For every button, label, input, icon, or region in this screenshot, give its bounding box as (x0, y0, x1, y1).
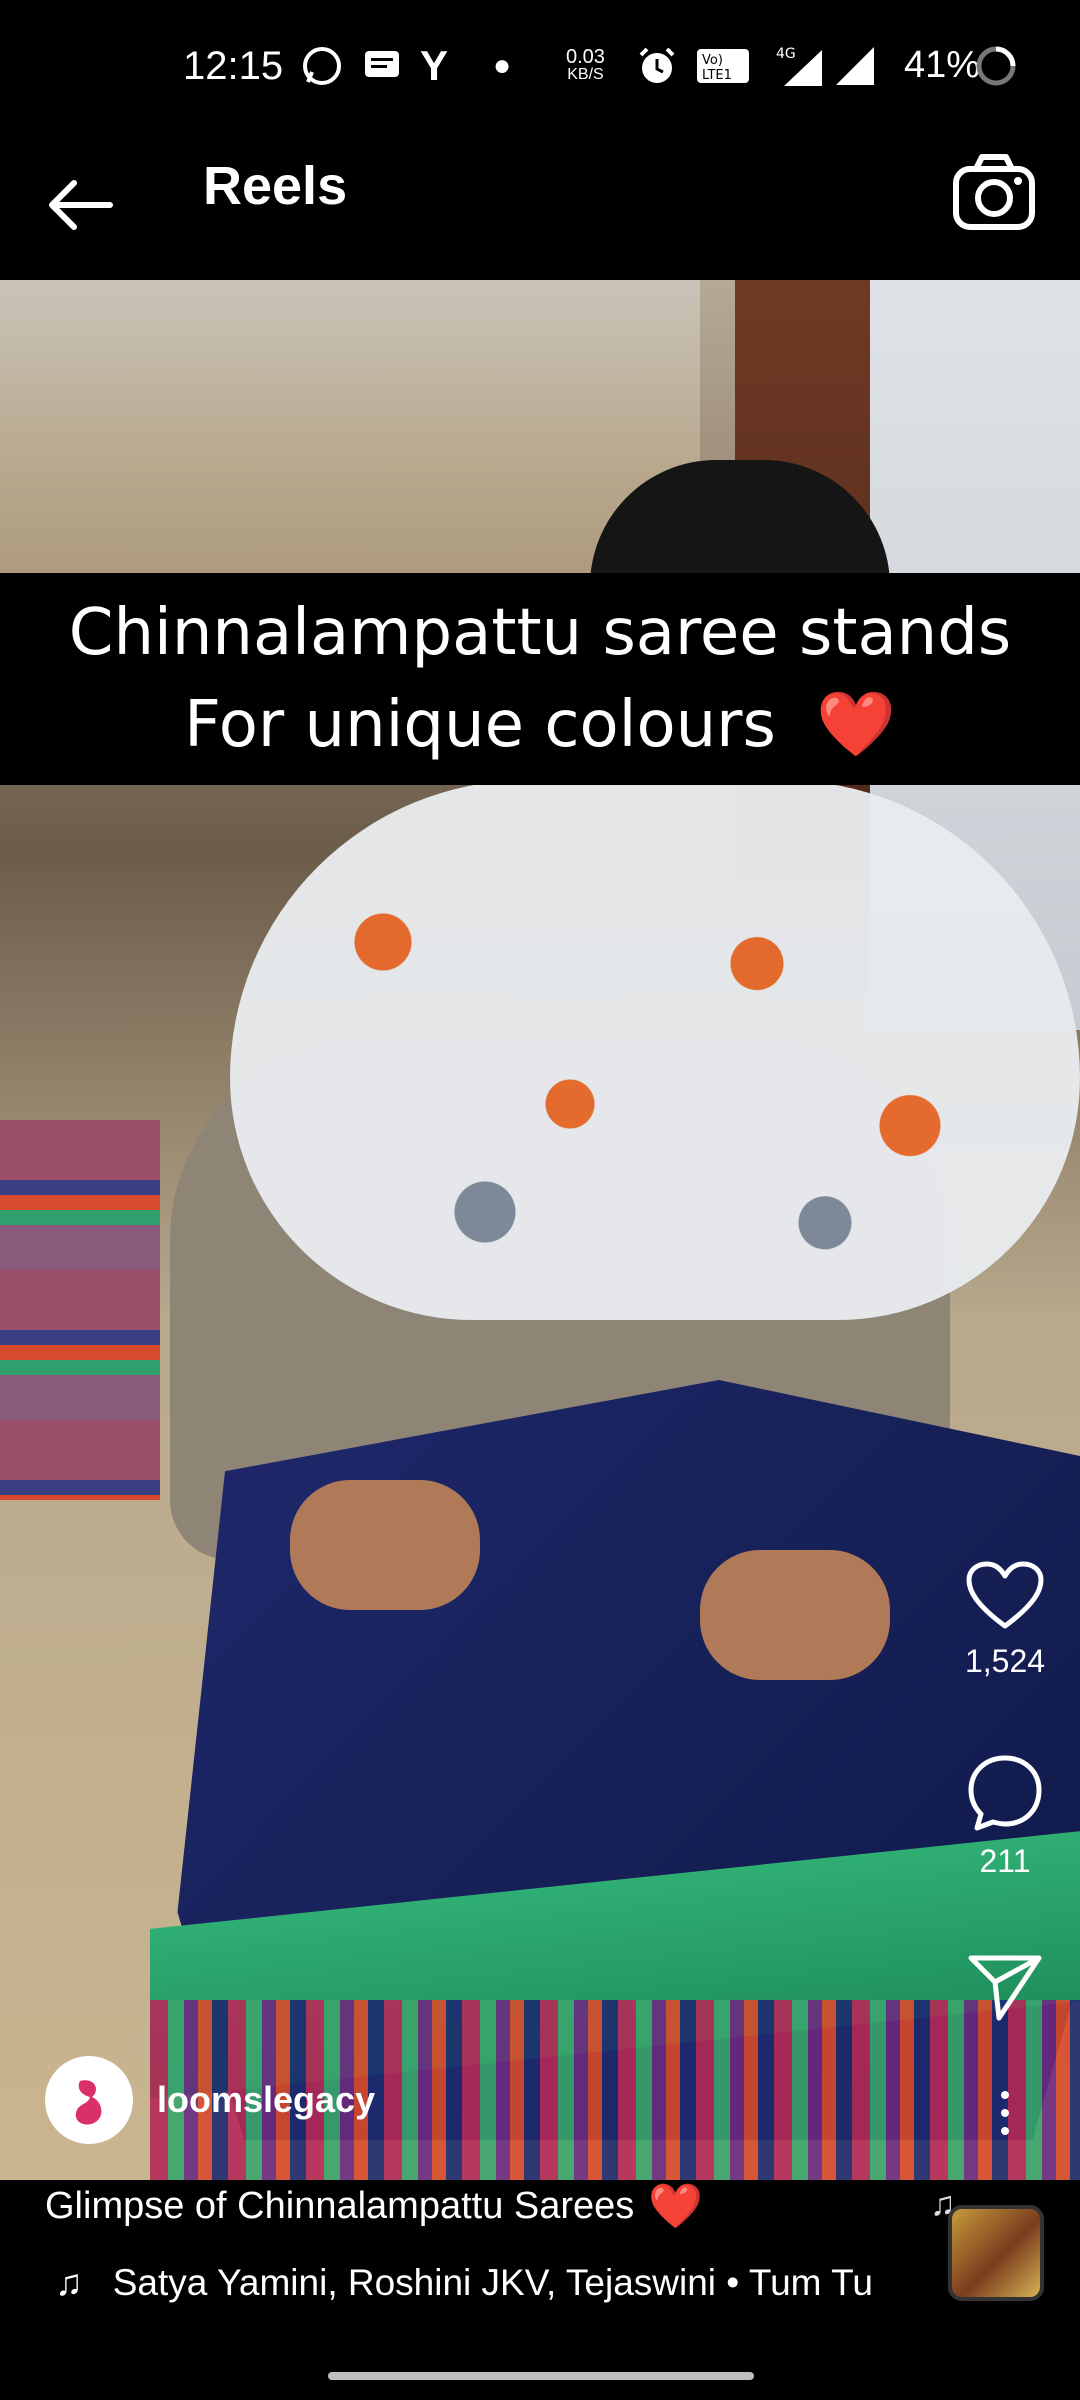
camera-icon (953, 154, 1035, 230)
comment-button[interactable]: 211 (930, 1752, 1080, 1880)
author-row[interactable]: loomslegacy (45, 2055, 375, 2145)
signal-icon (834, 44, 876, 88)
reels-header: Reels (0, 135, 1080, 285)
back-button[interactable] (40, 165, 120, 245)
video-saree-stack (0, 1120, 160, 1500)
svg-text:4G: 4G (776, 46, 796, 62)
video-hand-left (290, 1480, 480, 1610)
author-username[interactable]: loomslegacy (157, 2079, 375, 2121)
alarm-icon (636, 44, 678, 88)
audio-album-art[interactable] (948, 2205, 1044, 2301)
caption-text: Glimpse of Chinnalampattu Sarees (45, 2184, 635, 2227)
more-vertical-icon (1001, 2091, 1009, 2135)
overlay-line-2-text: For unique colours (184, 688, 776, 762)
overlay-heart-emoji: ❤️ (816, 688, 896, 762)
page-title: Reels (203, 156, 348, 216)
like-button[interactable]: 1,524 (930, 1560, 1080, 1680)
svg-text:LTE1: LTE1 (702, 68, 732, 83)
audio-note-icon: ♫ (55, 2262, 83, 2303)
network-speed-value: 0.03 (566, 46, 605, 68)
reel-text-overlay: Chinnalampattu saree stands For unique c… (0, 573, 1080, 785)
svg-text:Vo): Vo) (702, 53, 723, 68)
status-bar: 12:15 Y ● 0.03 KB/S Vo) LTE1 4G 41% (0, 0, 1080, 135)
like-count: 1,524 (964, 1643, 1046, 1679)
battery-text: 41% (903, 44, 980, 86)
status-time: 12:15 (183, 44, 284, 88)
more-options-button[interactable] (970, 2085, 1040, 2145)
reel-caption[interactable]: Glimpse of Chinnalampattu Sarees ❤️ (45, 2180, 703, 2232)
volte-icon: Vo) LTE1 (696, 44, 750, 88)
battery-saver-icon (974, 44, 1018, 88)
y-app-icon: Y (420, 42, 449, 89)
dot-icon: ● (493, 49, 512, 82)
audio-track[interactable]: ♫ Satya Yamini, Roshini JKV, Tejaswini •… (55, 2262, 873, 2304)
caption-heart-emoji: ❤️ (648, 2182, 704, 2231)
brand-logo-icon (58, 2069, 120, 2131)
comment-icon (968, 1755, 1042, 1831)
video-printed-scarf (230, 780, 1080, 1320)
network-speed: 0.03 KB/S (566, 44, 605, 88)
overlay-line-2: For unique colours ❤️ (184, 679, 896, 771)
camera-button[interactable] (946, 145, 1042, 241)
whatsapp-icon (300, 44, 344, 88)
overlay-line-1: Chinnalampattu saree stands (68, 596, 1012, 670)
reel-video[interactable] (0, 280, 1080, 2180)
message-icon (362, 44, 402, 88)
arrow-left-icon (49, 180, 113, 230)
video-hand-right (700, 1550, 890, 1680)
share-button[interactable] (930, 1952, 1080, 2029)
4g-signal-icon: 4G (776, 44, 826, 88)
gesture-home-bar[interactable] (328, 2372, 754, 2380)
send-icon (968, 1955, 1042, 2021)
heart-icon (966, 1561, 1044, 1629)
comment-count: 211 (979, 1843, 1031, 1879)
avatar[interactable] (45, 2056, 133, 2144)
network-speed-unit: KB/S (567, 66, 604, 83)
audio-text: Satya Yamini, Roshini JKV, Tejaswini • T… (112, 2262, 873, 2303)
